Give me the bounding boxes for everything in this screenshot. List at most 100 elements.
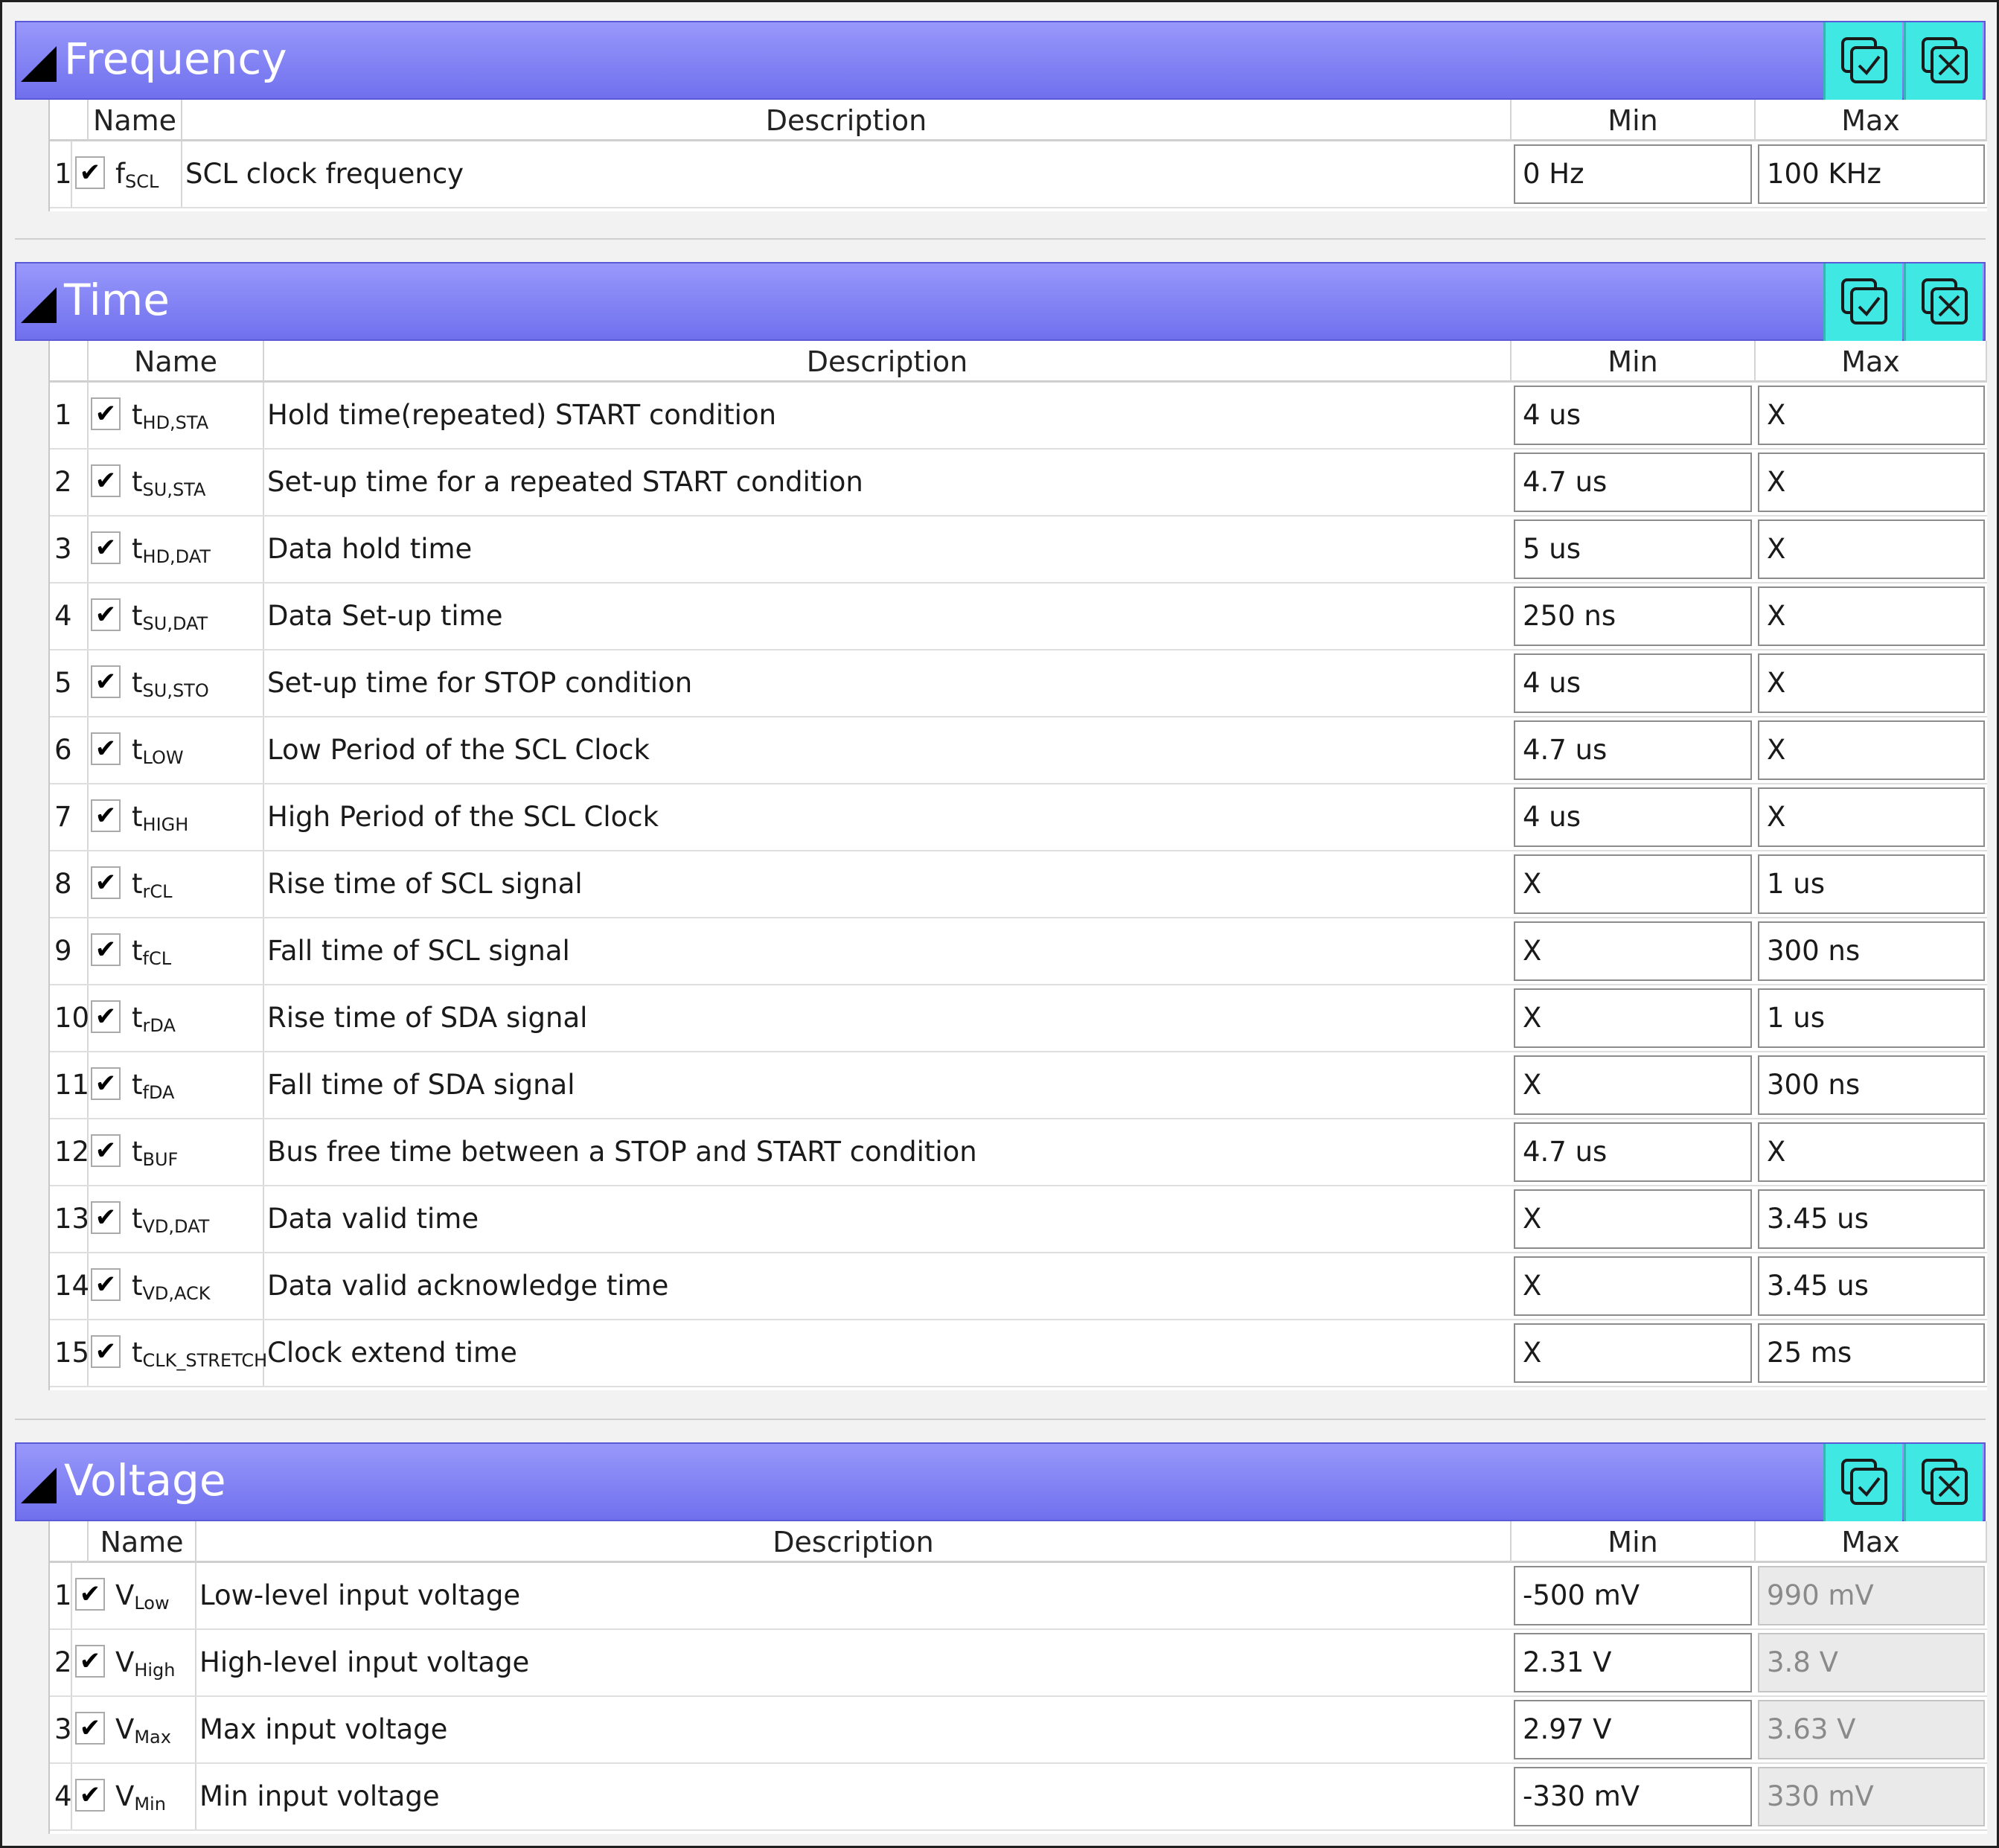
table-row[interactable]: 2 ✔ VHigh High-level input voltage 2.31 V 3.8… bbox=[50, 1630, 1987, 1697]
row-checkbox[interactable]: ✔ bbox=[91, 1000, 121, 1033]
table-row[interactable]: 1 ✔ tHD,STA Hold time(repeated) START condi… bbox=[50, 383, 1987, 450]
row-checkbox[interactable]: ✔ bbox=[91, 397, 121, 430]
row-checkbox[interactable]: ✔ bbox=[91, 1134, 121, 1167]
name-column-header[interactable]: Name bbox=[89, 1521, 196, 1563]
min-value-field[interactable]: 4 us bbox=[1514, 386, 1752, 445]
min-value-field[interactable]: 0 Hz bbox=[1514, 144, 1752, 204]
row-checkbox[interactable]: ✔ bbox=[75, 1712, 105, 1745]
min-column-header[interactable]: Min bbox=[1512, 341, 1756, 383]
row-checkbox[interactable]: ✔ bbox=[91, 1335, 121, 1368]
clear-all-button[interactable] bbox=[1904, 263, 1983, 341]
table-row[interactable]: 1 ✔ fSCL SCL clock frequency 0 Hz 100 KHz bbox=[50, 141, 1987, 208]
row-checkbox[interactable]: ✔ bbox=[91, 1067, 121, 1100]
min-value-field[interactable]: X bbox=[1514, 921, 1752, 981]
max-column-header[interactable]: Max bbox=[1756, 341, 1987, 383]
time-header[interactable]: Time bbox=[15, 262, 1986, 341]
clear-all-button[interactable] bbox=[1904, 22, 1983, 100]
collapse-triangle-icon[interactable] bbox=[21, 46, 57, 82]
min-value-field[interactable]: X bbox=[1514, 1055, 1752, 1115]
max-column-header[interactable]: Max bbox=[1756, 100, 1987, 141]
row-checkbox[interactable]: ✔ bbox=[91, 732, 121, 765]
max-value-field[interactable]: 3.45 us bbox=[1758, 1256, 1985, 1316]
min-value-field[interactable]: -500 mV bbox=[1514, 1566, 1752, 1625]
table-row[interactable]: 12 ✔ tBUF Bus free time between a STOP and … bbox=[50, 1119, 1987, 1186]
max-value-field[interactable]: X bbox=[1758, 653, 1985, 713]
row-checkbox[interactable]: ✔ bbox=[75, 1578, 105, 1611]
voltage-header[interactable]: Voltage bbox=[15, 1442, 1986, 1521]
min-value-field[interactable]: 4 us bbox=[1514, 787, 1752, 847]
max-value-field[interactable]: X bbox=[1758, 519, 1985, 579]
max-value-field[interactable]: 1 us bbox=[1758, 988, 1985, 1048]
row-checkbox[interactable]: ✔ bbox=[91, 866, 121, 899]
min-value-field[interactable]: 4.7 us bbox=[1514, 453, 1752, 512]
table-row[interactable]: 3 ✔ tHD,DAT Data hold time 5 us X bbox=[50, 517, 1987, 584]
min-value-field[interactable]: 2.97 V bbox=[1514, 1700, 1752, 1759]
collapse-triangle-icon[interactable] bbox=[21, 287, 57, 323]
table-row[interactable]: 5 ✔ tSU,STO Set-up time for STOP condition 4… bbox=[50, 650, 1987, 717]
collapse-triangle-icon[interactable] bbox=[21, 1468, 57, 1503]
table-row[interactable]: 10 ✔ trDA Rise time of SDA signal X 1 us bbox=[50, 985, 1987, 1052]
clear-all-button[interactable] bbox=[1904, 1444, 1983, 1521]
max-value-field[interactable]: X bbox=[1758, 787, 1985, 847]
max-column-header[interactable]: Max bbox=[1756, 1521, 1987, 1563]
min-value-field[interactable]: 5 us bbox=[1514, 519, 1752, 579]
min-value-field[interactable]: X bbox=[1514, 1323, 1752, 1383]
row-checkbox[interactable]: ✔ bbox=[75, 1645, 105, 1678]
row-checkbox[interactable]: ✔ bbox=[75, 156, 105, 189]
row-checkbox[interactable]: ✔ bbox=[91, 1268, 121, 1301]
max-value-field[interactable]: 100 KHz bbox=[1758, 144, 1985, 204]
max-value-field[interactable]: X bbox=[1758, 720, 1985, 780]
row-checkbox[interactable]: ✔ bbox=[75, 1779, 105, 1812]
frequency-header[interactable]: Frequency bbox=[15, 21, 1986, 100]
min-value-field[interactable]: 4.7 us bbox=[1514, 720, 1752, 780]
description-column-header[interactable]: Description bbox=[196, 1521, 1512, 1563]
min-column-header[interactable]: Min bbox=[1512, 100, 1756, 141]
max-value-field[interactable]: 300 ns bbox=[1758, 1055, 1985, 1115]
min-column-header[interactable]: Min bbox=[1512, 1521, 1756, 1563]
min-value-field[interactable]: -330 mV bbox=[1514, 1767, 1752, 1826]
min-value-field[interactable]: X bbox=[1514, 988, 1752, 1048]
min-value-field[interactable]: X bbox=[1514, 854, 1752, 914]
max-value-field[interactable]: X bbox=[1758, 386, 1985, 445]
table-row[interactable]: 8 ✔ trCL Rise time of SCL signal X 1 us bbox=[50, 851, 1987, 918]
max-value-field[interactable]: X bbox=[1758, 586, 1985, 646]
max-value-field[interactable]: 1 us bbox=[1758, 854, 1985, 914]
max-value-field[interactable]: 25 ms bbox=[1758, 1323, 1985, 1383]
table-row[interactable]: 6 ✔ tLOW Low Period of the SCL Clock 4.7 us X bbox=[50, 717, 1987, 784]
max-value-field[interactable]: 300 ns bbox=[1758, 921, 1985, 981]
max-value-field[interactable]: X bbox=[1758, 1122, 1985, 1182]
row-checkbox[interactable]: ✔ bbox=[91, 1201, 121, 1234]
row-checkbox[interactable]: ✔ bbox=[91, 464, 121, 497]
table-row[interactable]: 9 ✔ tfCL Fall time of SCL signal X 300 ns bbox=[50, 918, 1987, 985]
select-all-button[interactable] bbox=[1823, 22, 1902, 100]
max-value-field[interactable]: X bbox=[1758, 453, 1985, 512]
table-row[interactable]: 13 ✔ tVD,DAT Data valid time X 3.45 us bbox=[50, 1186, 1987, 1253]
description-column-header[interactable]: Description bbox=[264, 341, 1512, 383]
name-column-header[interactable]: Name bbox=[89, 341, 264, 383]
table-row[interactable]: 15 ✔ tCLK_STRETCH Clock extend time X 25 ms bbox=[50, 1320, 1987, 1387]
table-row[interactable]: 4 ✔ tSU,DAT Data Set-up time 250 ns X bbox=[50, 584, 1987, 650]
min-value-field[interactable]: 250 ns bbox=[1514, 586, 1752, 646]
min-value-field[interactable]: 2.31 V bbox=[1514, 1633, 1752, 1692]
table-row[interactable]: 2 ✔ tSU,STA Set-up time for a repeated STAR… bbox=[50, 450, 1987, 517]
table-row[interactable]: 14 ✔ tVD,ACK Data valid acknowledge time X 3.… bbox=[50, 1253, 1987, 1320]
select-all-button[interactable] bbox=[1823, 263, 1902, 341]
row-checkbox[interactable]: ✔ bbox=[91, 933, 121, 966]
row-checkbox[interactable]: ✔ bbox=[91, 799, 121, 832]
min-value-field[interactable]: X bbox=[1514, 1256, 1752, 1316]
row-checkbox[interactable]: ✔ bbox=[91, 531, 121, 564]
min-value-field[interactable]: 4 us bbox=[1514, 653, 1752, 713]
max-value-field[interactable]: 3.45 us bbox=[1758, 1189, 1985, 1249]
table-row[interactable]: 3 ✔ VMax Max input voltage 2.97 V 3.63 V bbox=[50, 1697, 1987, 1764]
row-checkbox[interactable]: ✔ bbox=[91, 665, 121, 698]
table-row[interactable]: 7 ✔ tHIGH High Period of the SCL Clock 4 us X bbox=[50, 784, 1987, 851]
table-row[interactable]: 11 ✔ tfDA Fall time of SDA signal X 300 ns bbox=[50, 1052, 1987, 1119]
row-checkbox[interactable]: ✔ bbox=[91, 598, 121, 631]
table-row[interactable]: 4 ✔ VMin Min input voltage -330 mV 330 mV bbox=[50, 1764, 1987, 1831]
name-column-header[interactable]: Name bbox=[89, 100, 182, 141]
min-value-field[interactable]: 4.7 us bbox=[1514, 1122, 1752, 1182]
description-column-header[interactable]: Description bbox=[182, 100, 1512, 141]
select-all-button[interactable] bbox=[1823, 1444, 1902, 1521]
min-value-field[interactable]: X bbox=[1514, 1189, 1752, 1249]
table-row[interactable]: 1 ✔ VLow Low-level input voltage -500 mV 990 … bbox=[50, 1563, 1987, 1630]
